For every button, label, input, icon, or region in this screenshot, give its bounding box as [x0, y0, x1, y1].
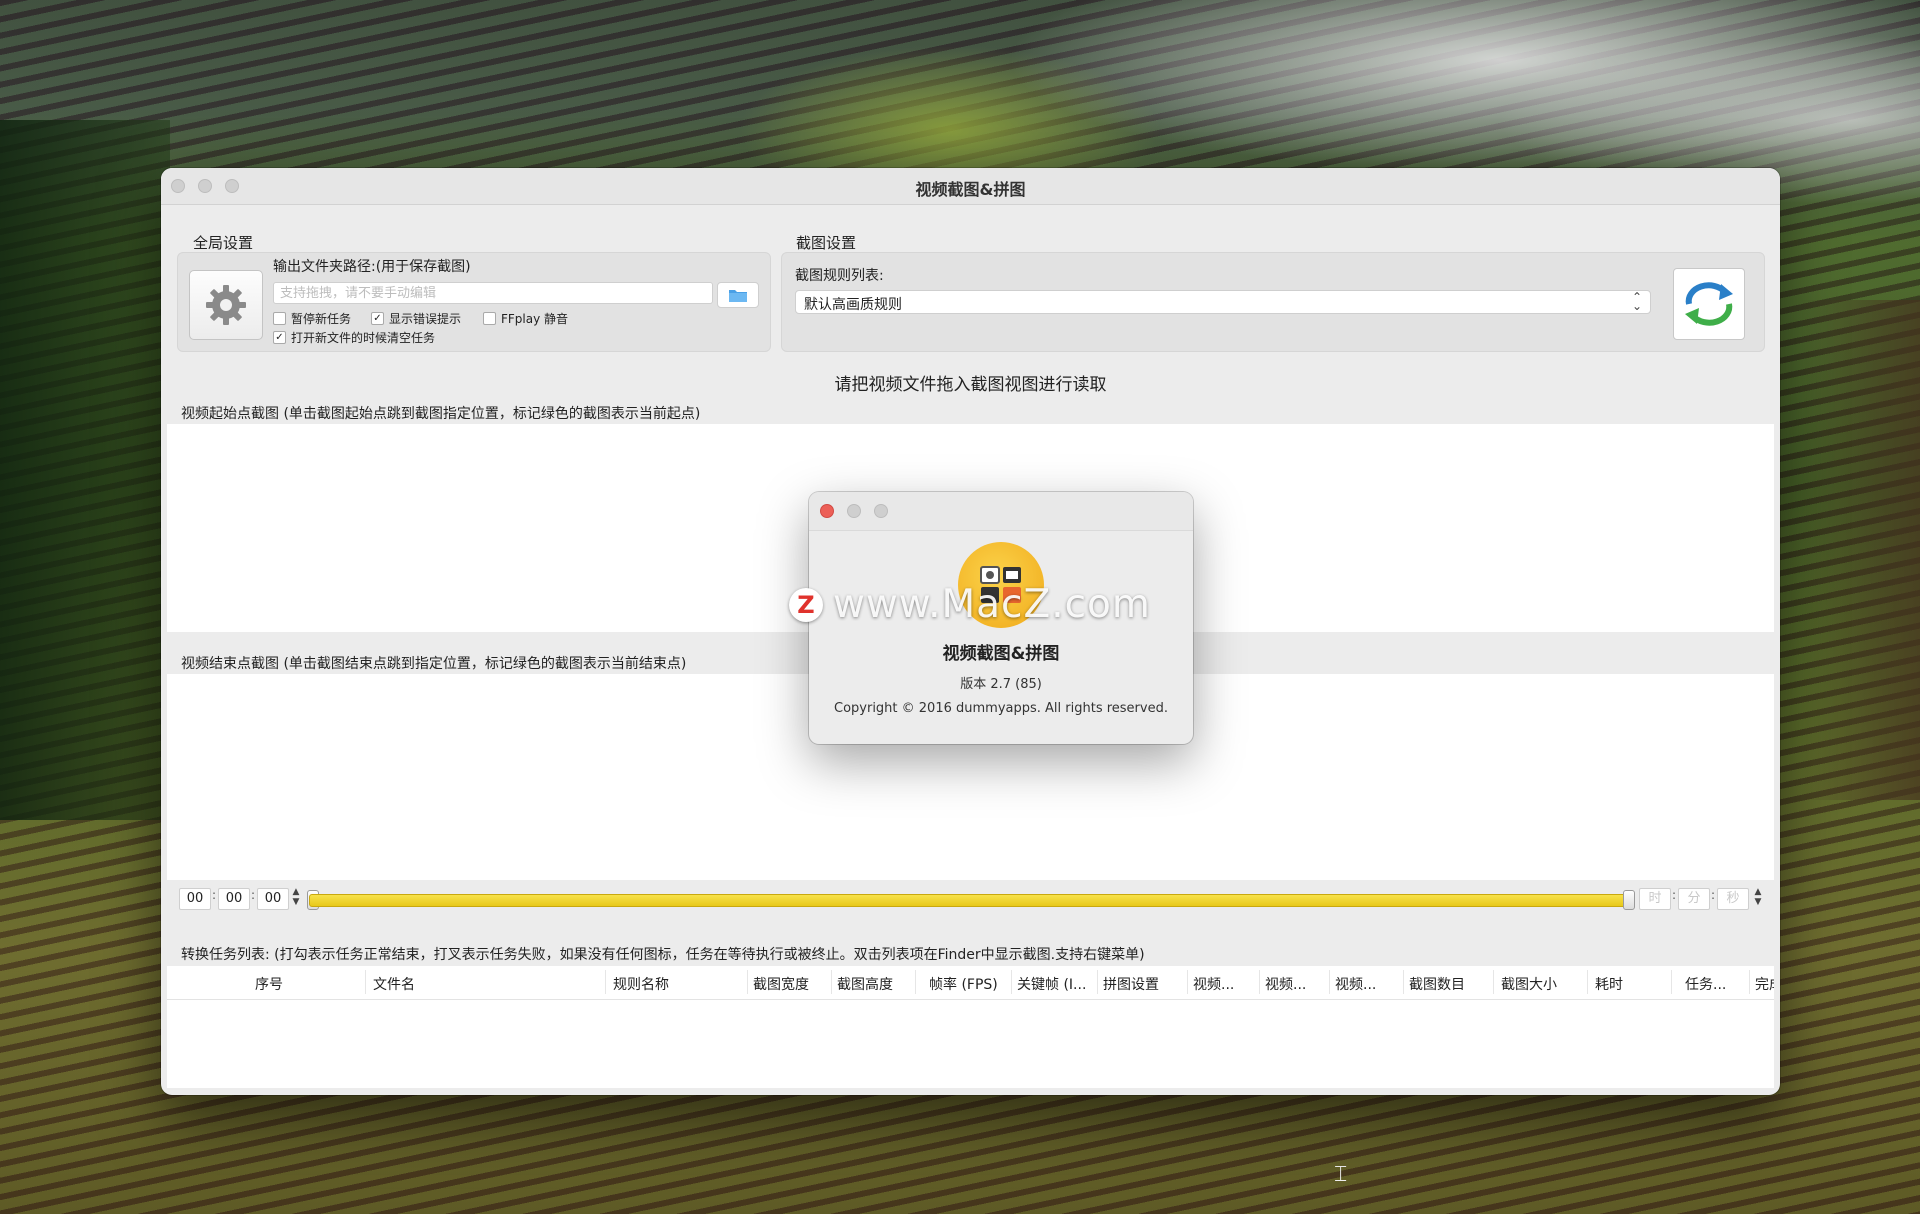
start-time-stepper[interactable]: ▲ ▼ — [290, 887, 302, 909]
desktop-hillside — [1800, 300, 1920, 800]
desktop-forest — [0, 120, 170, 820]
start-section-label: 视频起始点截图 (单击截图起始点跳到截图指定位置，标记绿色的截图表示当前起点) — [181, 406, 701, 422]
column-header[interactable]: 任务... — [1685, 974, 1726, 994]
output-path-input[interactable] — [273, 282, 713, 304]
end-slider-handle[interactable] — [1623, 890, 1635, 910]
column-header[interactable]: 截图宽度 — [753, 974, 809, 994]
column-header[interactable]: 耗时 — [1595, 974, 1623, 994]
task-table-header: 序号 文件名 规则名称 截图宽度 截图高度 帧率 (FPS) 关键帧 (I...… — [167, 966, 1774, 1000]
about-dialog: 视频截图&拼图 版本 2.7 (85) Copyright © 2016 dum… — [809, 492, 1193, 744]
column-header[interactable]: 帧率 (FPS) — [929, 974, 998, 994]
refresh-icon — [1685, 282, 1733, 326]
column-header[interactable]: 完成 — [1755, 974, 1774, 994]
pause-new-tasks-checkbox[interactable]: 暂停新任务 — [273, 310, 351, 327]
checkbox-box — [273, 312, 286, 325]
column-header[interactable]: 截图大小 — [1501, 974, 1557, 994]
checkmark-icon: ✓ — [371, 312, 384, 325]
close-icon[interactable] — [820, 504, 834, 518]
end-hour-field[interactable]: 时 — [1639, 888, 1671, 910]
checkbox-box — [483, 312, 496, 325]
checkmark-icon: ✓ — [273, 331, 286, 344]
end-time-stepper[interactable]: ▲ ▼ — [1752, 887, 1764, 909]
clear-tasks-on-open-checkbox[interactable]: ✓ 打开新文件的时候清空任务 — [273, 329, 435, 346]
zoom-button — [874, 504, 888, 518]
column-header[interactable]: 视频... — [1265, 974, 1306, 994]
about-version: 版本 2.7 (85) — [960, 677, 1042, 692]
settings-button[interactable] — [189, 270, 263, 340]
window-titlebar: 视频截图&拼图 — [161, 168, 1780, 205]
end-minute-field[interactable]: 分 — [1678, 888, 1710, 910]
column-header[interactable]: 序号 — [255, 974, 283, 994]
timeline-row: 00 : 00 : 00 ▲ ▼ 时 : 分 : 秒 ▲ ▼ — [161, 880, 1780, 916]
column-header[interactable]: 规则名称 — [613, 974, 669, 994]
end-second-field[interactable]: 秒 — [1717, 888, 1749, 910]
column-header[interactable]: 关键帧 (I... — [1017, 974, 1086, 994]
task-table-body[interactable] — [167, 1000, 1774, 1088]
chevron-updown-icon: ⌃ ⌄ — [1631, 290, 1642, 313]
choose-folder-button[interactable] — [717, 282, 759, 308]
rules-select[interactable]: 默认高画质规则 ⌃ ⌄ — [795, 290, 1651, 314]
drop-prompt: 请把视频文件拖入截图视图进行读取 — [834, 375, 1107, 395]
about-copyright: Copyright © 2016 dummyapps. All rights r… — [834, 701, 1168, 716]
start-minute-field[interactable]: 00 — [218, 888, 250, 910]
minimize-button — [847, 504, 861, 518]
capture-settings-title: 截图设置 — [796, 234, 857, 252]
task-list-label: 转换任务列表: (打勾表示任务正常结束，打叉表示任务失败，如果没有任何图标，任务… — [181, 947, 1145, 963]
window-title: 视频截图&拼图 — [915, 180, 1026, 199]
column-header[interactable]: 拼图设置 — [1103, 974, 1159, 994]
rules-select-value: 默认高画质规则 — [804, 297, 902, 313]
column-header[interactable]: 截图高度 — [837, 974, 893, 994]
start-hour-field[interactable]: 00 — [179, 888, 211, 910]
app-icon — [958, 542, 1044, 628]
timeline-slider-track[interactable] — [309, 894, 1627, 907]
about-app-name: 视频截图&拼图 — [942, 644, 1060, 664]
show-errors-checkbox[interactable]: ✓ 显示错误提示 — [371, 310, 461, 327]
rules-list-label: 截图规则列表: — [795, 268, 884, 284]
column-header[interactable]: 视频... — [1193, 974, 1234, 994]
end-section-label: 视频结束点截图 (单击截图结束点跳到指定位置，标记绿色的截图表示当前结束点) — [181, 656, 687, 672]
mouse-cursor-icon: ⌶ — [1334, 1162, 1348, 1187]
folder-icon — [729, 290, 747, 302]
about-titlebar — [809, 492, 1193, 531]
column-header[interactable]: 视频... — [1335, 974, 1376, 994]
gear-icon — [206, 285, 246, 325]
start-second-field[interactable]: 00 — [257, 888, 289, 910]
column-header[interactable]: 截图数目 — [1409, 974, 1465, 994]
ffplay-mute-checkbox[interactable]: FFplay 静音 — [483, 310, 568, 327]
output-path-label: 输出文件夹路径:(用于保存截图) — [273, 259, 471, 275]
column-header[interactable]: 文件名 — [373, 974, 415, 994]
film-grid-icon — [980, 566, 1021, 603]
refresh-button[interactable] — [1673, 268, 1745, 340]
global-settings-title: 全局设置 — [193, 234, 254, 252]
